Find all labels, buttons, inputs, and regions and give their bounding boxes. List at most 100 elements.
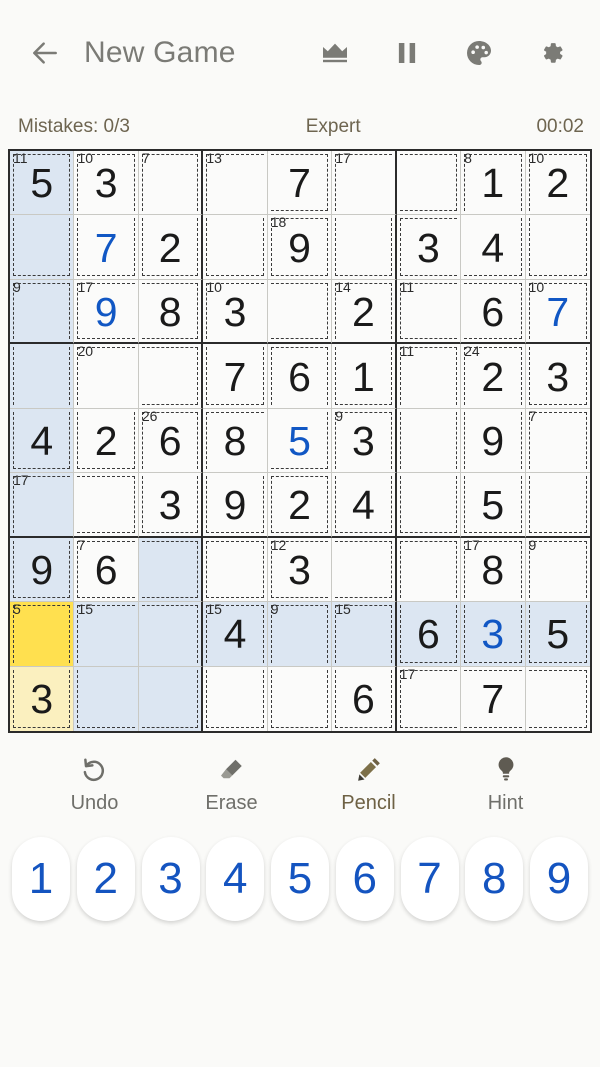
cell-r8c8[interactable]: 3	[461, 602, 526, 667]
cell-r8c9[interactable]: 5	[525, 602, 590, 667]
cell-r4c5[interactable]: 6	[267, 344, 333, 409]
cell-r6c1[interactable]: 17	[10, 473, 75, 538]
cell-r9c8[interactable]: 7	[461, 666, 526, 731]
cell-r2c4[interactable]	[203, 215, 268, 280]
numpad-key-7[interactable]: 7	[400, 837, 459, 921]
cell-r8c7[interactable]: 6	[396, 602, 462, 667]
cell-r3c4[interactable]: 10 3	[203, 279, 268, 345]
cell-r3c6[interactable]: 14 2	[332, 279, 397, 345]
cell-r2c7[interactable]: 3	[396, 215, 462, 280]
numpad-key-5[interactable]: 5	[271, 837, 329, 921]
cell-r6c2[interactable]	[74, 473, 139, 538]
pencil-button[interactable]: Pencil	[300, 750, 437, 815]
undo-button[interactable]: Undo	[26, 750, 163, 815]
cell-r3c9[interactable]: 10 7	[525, 279, 590, 345]
cell-r7c9[interactable]: 9	[525, 537, 590, 603]
cell-r1c7[interactable]	[396, 151, 462, 216]
cell-r9c2[interactable]	[74, 666, 139, 731]
cell-r9c1[interactable]: 3	[10, 666, 75, 731]
cell-r5c5[interactable]: 5	[267, 408, 333, 474]
cell-r3c3[interactable]: 8	[138, 279, 204, 345]
cell-r8c3[interactable]	[138, 602, 204, 667]
numpad-key-4[interactable]: 4	[206, 837, 265, 921]
cell-r2c1[interactable]	[10, 215, 75, 280]
cell-r2c5[interactable]: 18 9	[267, 215, 333, 280]
cell-r4c4[interactable]: 7	[203, 344, 268, 409]
cell-r5c3[interactable]: 26 6	[138, 408, 204, 474]
cell-r6c7[interactable]	[396, 473, 462, 538]
cell-r7c4[interactable]	[203, 537, 268, 603]
cell-r8c1[interactable]: 5	[10, 602, 75, 667]
numpad-key-9[interactable]: 9	[530, 837, 588, 921]
cell-r9c3[interactable]	[138, 666, 204, 731]
back-button[interactable]	[26, 34, 64, 72]
cell-r6c4[interactable]: 9	[203, 473, 268, 538]
cell-r1c5[interactable]: 7	[267, 151, 333, 216]
cell-r4c9[interactable]: 3	[525, 344, 590, 409]
settings-button[interactable]	[534, 36, 568, 70]
cell-r7c5[interactable]: 12 3	[267, 537, 333, 603]
cell-r6c3[interactable]: 3	[138, 473, 204, 538]
cell-r4c3[interactable]	[138, 344, 204, 409]
cell-r7c8[interactable]: 17 8	[461, 537, 526, 603]
cell-r9c9[interactable]	[525, 666, 590, 731]
cell-r6c6[interactable]: 4	[332, 473, 397, 538]
cell-r2c2[interactable]: 7	[74, 215, 139, 280]
cell-r1c1[interactable]: 11 5	[10, 151, 75, 216]
cell-r2c8[interactable]: 4	[461, 215, 526, 280]
cell-r5c1[interactable]: 4	[10, 408, 75, 474]
erase-button[interactable]: Erase	[163, 750, 300, 815]
cell-r3c7[interactable]: 11	[396, 279, 462, 345]
crown-button[interactable]	[318, 36, 352, 70]
cell-r4c2[interactable]: 20	[74, 344, 139, 409]
cell-r5c9[interactable]: 7	[525, 408, 590, 474]
cell-r3c1[interactable]: 9	[10, 279, 75, 345]
cell-r8c4[interactable]: 15 4	[203, 602, 268, 667]
cell-r2c6[interactable]	[332, 215, 397, 280]
theme-button[interactable]	[462, 36, 496, 70]
numpad-key-3[interactable]: 3	[141, 837, 200, 921]
cell-r7c1[interactable]: 9	[10, 537, 75, 603]
cell-r3c2[interactable]: 17 9	[74, 279, 139, 345]
cell-r8c6[interactable]: 15	[332, 602, 397, 667]
numpad-key-2[interactable]: 2	[76, 837, 135, 921]
cell-r4c7[interactable]: 11	[396, 344, 462, 409]
cell-r4c6[interactable]: 1	[332, 344, 397, 409]
cell-r1c8[interactable]: 81	[461, 151, 526, 216]
cell-r1c4[interactable]: 13	[203, 151, 268, 216]
cell-r5c4[interactable]: 8	[203, 408, 268, 474]
cell-r8c5[interactable]: 9	[267, 602, 333, 667]
cell-r2c9[interactable]	[525, 215, 590, 280]
pause-button[interactable]	[390, 36, 424, 70]
cell-r4c1[interactable]	[10, 344, 75, 409]
cell-r7c3[interactable]	[138, 537, 204, 603]
cell-r9c7[interactable]: 17	[396, 666, 462, 731]
cell-r1c6[interactable]: 17	[332, 151, 397, 216]
cell-r3c8[interactable]: 6	[461, 279, 526, 345]
cell-r1c9[interactable]: 10 2	[525, 151, 590, 216]
cell-r9c5[interactable]	[267, 666, 333, 731]
cell-r4c8[interactable]: 24 2	[461, 344, 526, 409]
cell-r9c4[interactable]	[203, 666, 268, 731]
cell-r1c3[interactable]: 7	[138, 151, 204, 216]
cell-r5c2[interactable]: 2	[74, 408, 139, 474]
numpad-key-6[interactable]: 6	[335, 837, 394, 921]
cell-r2c3[interactable]: 2	[138, 215, 204, 280]
cell-r5c7[interactable]	[396, 408, 462, 474]
cell-r6c9[interactable]	[525, 473, 590, 538]
cell-r3c5[interactable]	[267, 279, 333, 345]
hint-button[interactable]: Hint	[437, 750, 574, 815]
numpad-key-1[interactable]: 1	[12, 837, 70, 921]
cell-r7c6[interactable]	[332, 537, 397, 603]
cell-r7c7[interactable]	[396, 537, 462, 603]
cell-r5c8[interactable]: 9	[461, 408, 526, 474]
numpad-key-8[interactable]: 8	[465, 837, 524, 921]
cell-r1c2[interactable]: 10 3	[74, 151, 139, 216]
cell-r7c2[interactable]: 76	[74, 537, 139, 603]
cell-r6c5[interactable]: 2	[267, 473, 333, 538]
cell-r9c6[interactable]: 6	[332, 666, 397, 731]
cell-r5c6[interactable]: 93	[332, 408, 397, 474]
cell-r8c2[interactable]: 15	[74, 602, 139, 667]
sudoku-board[interactable]: 11 5 10 3 7 13 7 17 8 1 10 2 7 2 18 9 3 4 9 17 9 8 10 3 14 2 11 6 10…	[8, 149, 592, 733]
cell-r6c8[interactable]: 5	[461, 473, 526, 538]
